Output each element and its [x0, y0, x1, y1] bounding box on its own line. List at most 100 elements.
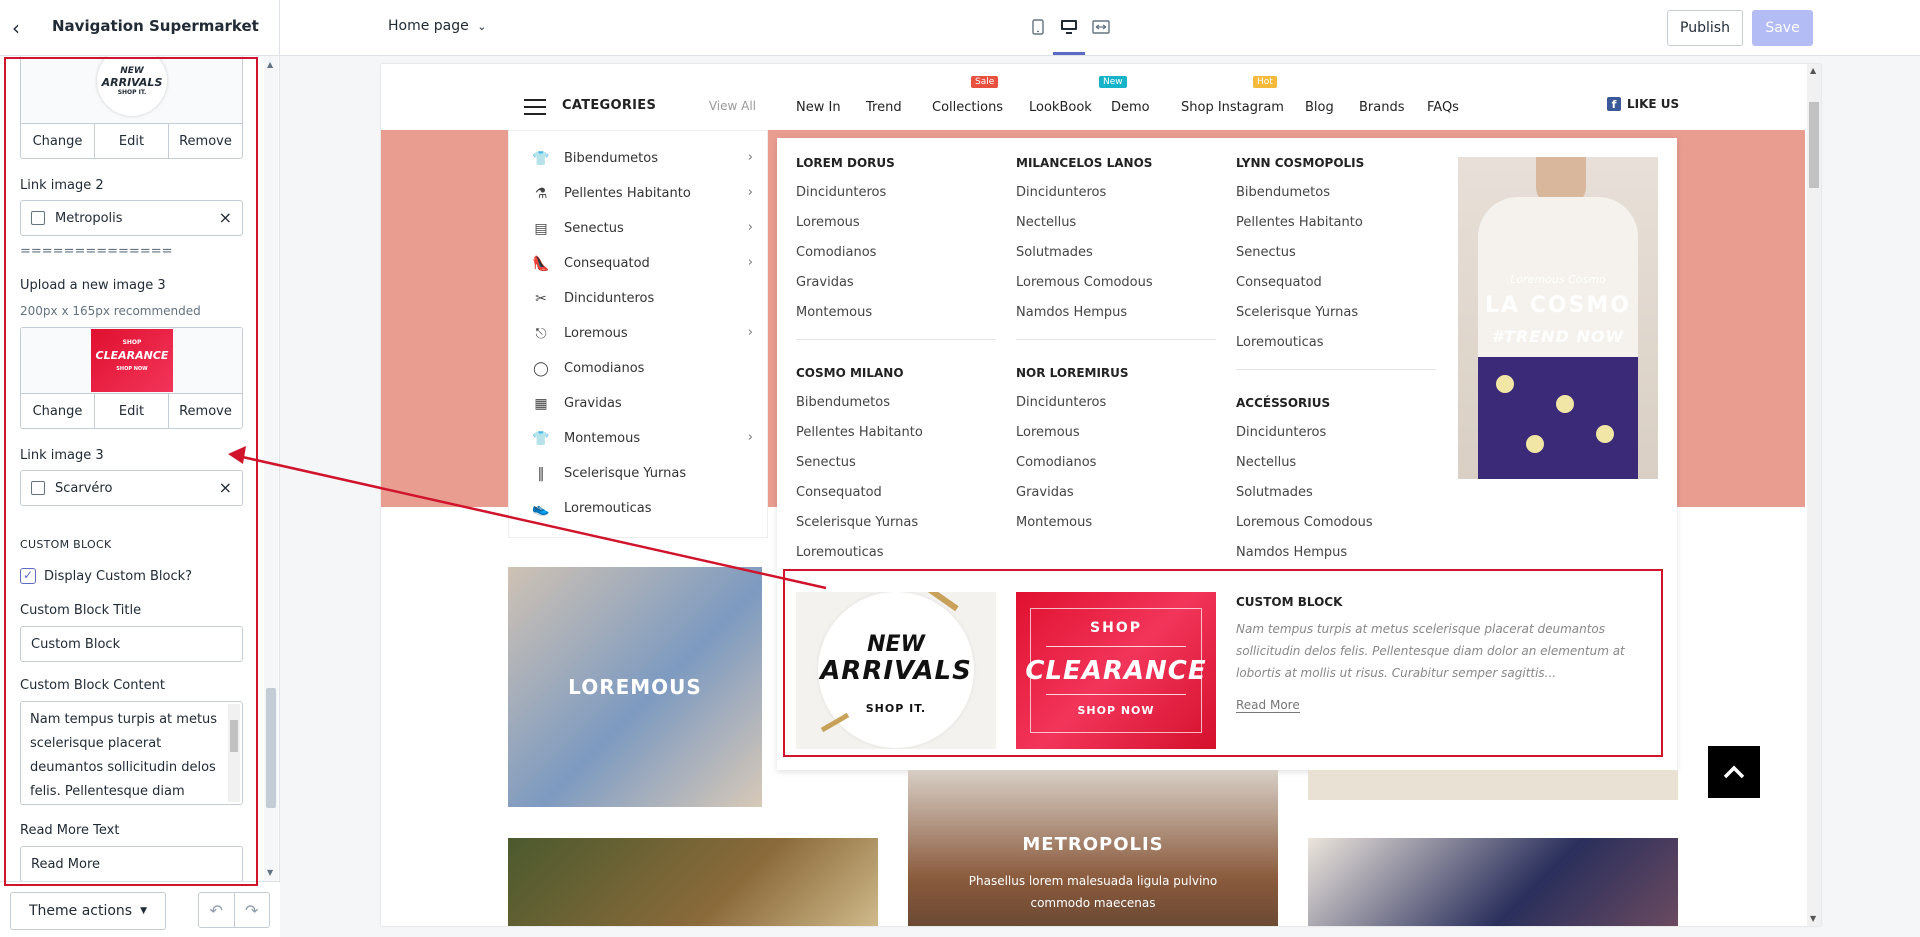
category-item[interactable]: ⎋ Loremous ›: [509, 317, 767, 352]
nav-brands[interactable]: Brands: [1359, 100, 1405, 115]
mega-link[interactable]: Loremous: [1016, 425, 1080, 440]
metropolis-tile-subtitle: Phasellus lorem malesuada ligula pulvino…: [968, 874, 1218, 910]
mega-link[interactable]: Gravidas: [796, 275, 854, 290]
view-all-link[interactable]: View All: [709, 99, 756, 113]
hot-badge: Hot: [1253, 76, 1277, 88]
mega-link[interactable]: Nectellus: [1236, 455, 1296, 470]
hamburger-icon[interactable]: [524, 99, 546, 115]
page-selector[interactable]: Home page ⌄: [388, 18, 486, 34]
category-item[interactable]: ‖ Scelerisque Yurnas: [509, 457, 767, 492]
category-item[interactable]: ⚗ Pellentes Habitanto ›: [509, 177, 767, 212]
shirt-icon: 👕: [532, 151, 550, 167]
category-item[interactable]: 👕 Montemous ›: [509, 422, 767, 457]
mega-link[interactable]: Montemous: [796, 305, 872, 320]
mega-link[interactable]: Loremous Comodous: [1236, 515, 1373, 530]
perfume-icon: ⚗: [534, 186, 548, 202]
mega-link[interactable]: Senectus: [1236, 245, 1296, 260]
category-item[interactable]: ◯ Comodianos: [509, 352, 767, 387]
nav-new-in[interactable]: New In: [796, 100, 841, 115]
category-item[interactable]: ▦ Gravidas: [509, 387, 767, 422]
undo-redo-group: ↶ ↷: [198, 892, 270, 928]
mega-link[interactable]: Consequatod: [1236, 275, 1322, 290]
fullscreen-view-icon[interactable]: [1090, 16, 1112, 38]
mega-link[interactable]: Solutmades: [1016, 245, 1093, 260]
like-us-link[interactable]: f LIKE US: [1607, 97, 1679, 111]
active-device-indicator: [1053, 52, 1085, 55]
save-button[interactable]: Save: [1752, 10, 1813, 46]
scroll-down-icon[interactable]: ▼: [1810, 914, 1816, 923]
category-item[interactable]: 👟 Loremouticas: [509, 492, 767, 527]
column-divider: [1016, 339, 1216, 340]
mega-link[interactable]: Comodianos: [1016, 455, 1096, 470]
tshirt-icon: 👕: [532, 431, 550, 447]
mega-link[interactable]: Consequatod: [796, 485, 882, 500]
top-right-tile[interactable]: [1308, 770, 1678, 800]
promo-small-text: Loremous Cosmo: [1510, 273, 1606, 286]
mega-link[interactable]: Pellentes Habitanto: [796, 425, 923, 440]
mega-link[interactable]: Scelerisque Yurnas: [796, 515, 918, 530]
category-item[interactable]: ✂ Dincidunteros: [509, 282, 767, 317]
mega-link[interactable]: Bibendumetos: [796, 395, 890, 410]
back-arrow-icon[interactable]: ‹: [12, 16, 20, 40]
mega-link[interactable]: Senectus: [796, 455, 856, 470]
bra-icon: ◯: [533, 361, 549, 377]
publish-button[interactable]: Publish: [1667, 10, 1743, 46]
new-badge: New: [1099, 76, 1127, 88]
scroll-down-icon[interactable]: ▼: [267, 868, 273, 877]
scroll-up-icon[interactable]: ▲: [1810, 66, 1816, 75]
store-preview: CATEGORIES View All 👕 Bibendumetos › ⚗ Pell…: [381, 64, 1821, 926]
nav-blog[interactable]: Blog: [1305, 100, 1334, 115]
mega-promo-image[interactable]: Loremous Cosmo LA COSMO #TREND NOW: [1458, 157, 1658, 479]
redo-icon[interactable]: ↷: [235, 893, 270, 927]
promo-tag: #TREND NOW: [1491, 327, 1625, 346]
trousers-icon: ‖: [537, 466, 545, 482]
mega-link[interactable]: Namdos Hempus: [1236, 545, 1347, 560]
scroll-up-icon[interactable]: ▲: [267, 60, 273, 69]
categories-title: CATEGORIES: [562, 98, 657, 113]
mega-link[interactable]: Scelerisque Yurnas: [1236, 305, 1358, 320]
desktop-view-icon[interactable]: [1058, 16, 1080, 38]
theme-actions-button[interactable]: Theme actions ▼: [10, 892, 166, 930]
nav-collections[interactable]: Collections Sale: [932, 76, 1003, 115]
mega-link[interactable]: Namdos Hempus: [1016, 305, 1127, 320]
mega-link[interactable]: Montemous: [1016, 515, 1092, 530]
sidebar-scrollbar[interactable]: ▲ ▼: [264, 56, 278, 881]
loremous-tile[interactable]: LOREMOUS: [508, 567, 762, 807]
nav-faqs[interactable]: FAQs: [1427, 100, 1459, 115]
mega-link[interactable]: Nectellus: [1016, 215, 1076, 230]
nav-trend[interactable]: Trend: [866, 100, 902, 115]
mega-link[interactable]: Solutmades: [1236, 485, 1313, 500]
chevron-right-icon: ›: [747, 185, 753, 200]
category-item[interactable]: 👠 Consequatod ›: [509, 247, 767, 282]
sidebar-highlight-frame: [4, 57, 258, 886]
category-item[interactable]: 👕 Bibendumetos ›: [509, 142, 767, 177]
mega-link[interactable]: Loremouticas: [1236, 335, 1323, 350]
back-to-top-button[interactable]: [1708, 746, 1760, 798]
mega-link[interactable]: Loremouticas: [796, 545, 883, 560]
category-item[interactable]: ▤ Senectus ›: [509, 212, 767, 247]
mega-link[interactable]: Pellentes Habitanto: [1236, 215, 1363, 230]
nav-shop-instagram[interactable]: Shop Instagram Hot: [1181, 76, 1284, 115]
mega-link[interactable]: Dincidunteros: [796, 185, 886, 200]
undo-icon[interactable]: ↶: [199, 893, 235, 927]
mega-link[interactable]: Dincidunteros: [1016, 395, 1106, 410]
mega-column-title: NOR LOREMIRUS: [1016, 366, 1129, 380]
mega-link[interactable]: Dincidunteros: [1236, 425, 1326, 440]
nav-lookbook[interactable]: LookBook: [1029, 100, 1092, 115]
bottom-right-tile[interactable]: [1308, 838, 1678, 926]
bottom-left-tile[interactable]: [508, 838, 878, 926]
mega-link[interactable]: Bibendumetos: [1236, 185, 1330, 200]
column-divider: [796, 339, 996, 340]
mega-link[interactable]: Loremous: [796, 215, 860, 230]
mega-link[interactable]: Loremous Comodous: [1016, 275, 1153, 290]
metropolis-tile[interactable]: METROPOLIS Phasellus lorem malesuada lig…: [908, 770, 1278, 926]
categories-list: 👕 Bibendumetos › ⚗ Pellentes Habitanto › ▤ Se…: [508, 130, 768, 538]
preview-scrollbar[interactable]: ▲ ▼: [1807, 64, 1821, 926]
nav-demo[interactable]: Demo New: [1099, 76, 1150, 115]
mega-link[interactable]: Gravidas: [1016, 485, 1074, 500]
categories-header[interactable]: CATEGORIES View All: [508, 84, 768, 130]
mobile-view-icon[interactable]: [1027, 16, 1049, 38]
custom-block-highlight-frame: [783, 569, 1663, 757]
mega-link[interactable]: Dincidunteros: [1016, 185, 1106, 200]
mega-link[interactable]: Comodianos: [796, 245, 876, 260]
